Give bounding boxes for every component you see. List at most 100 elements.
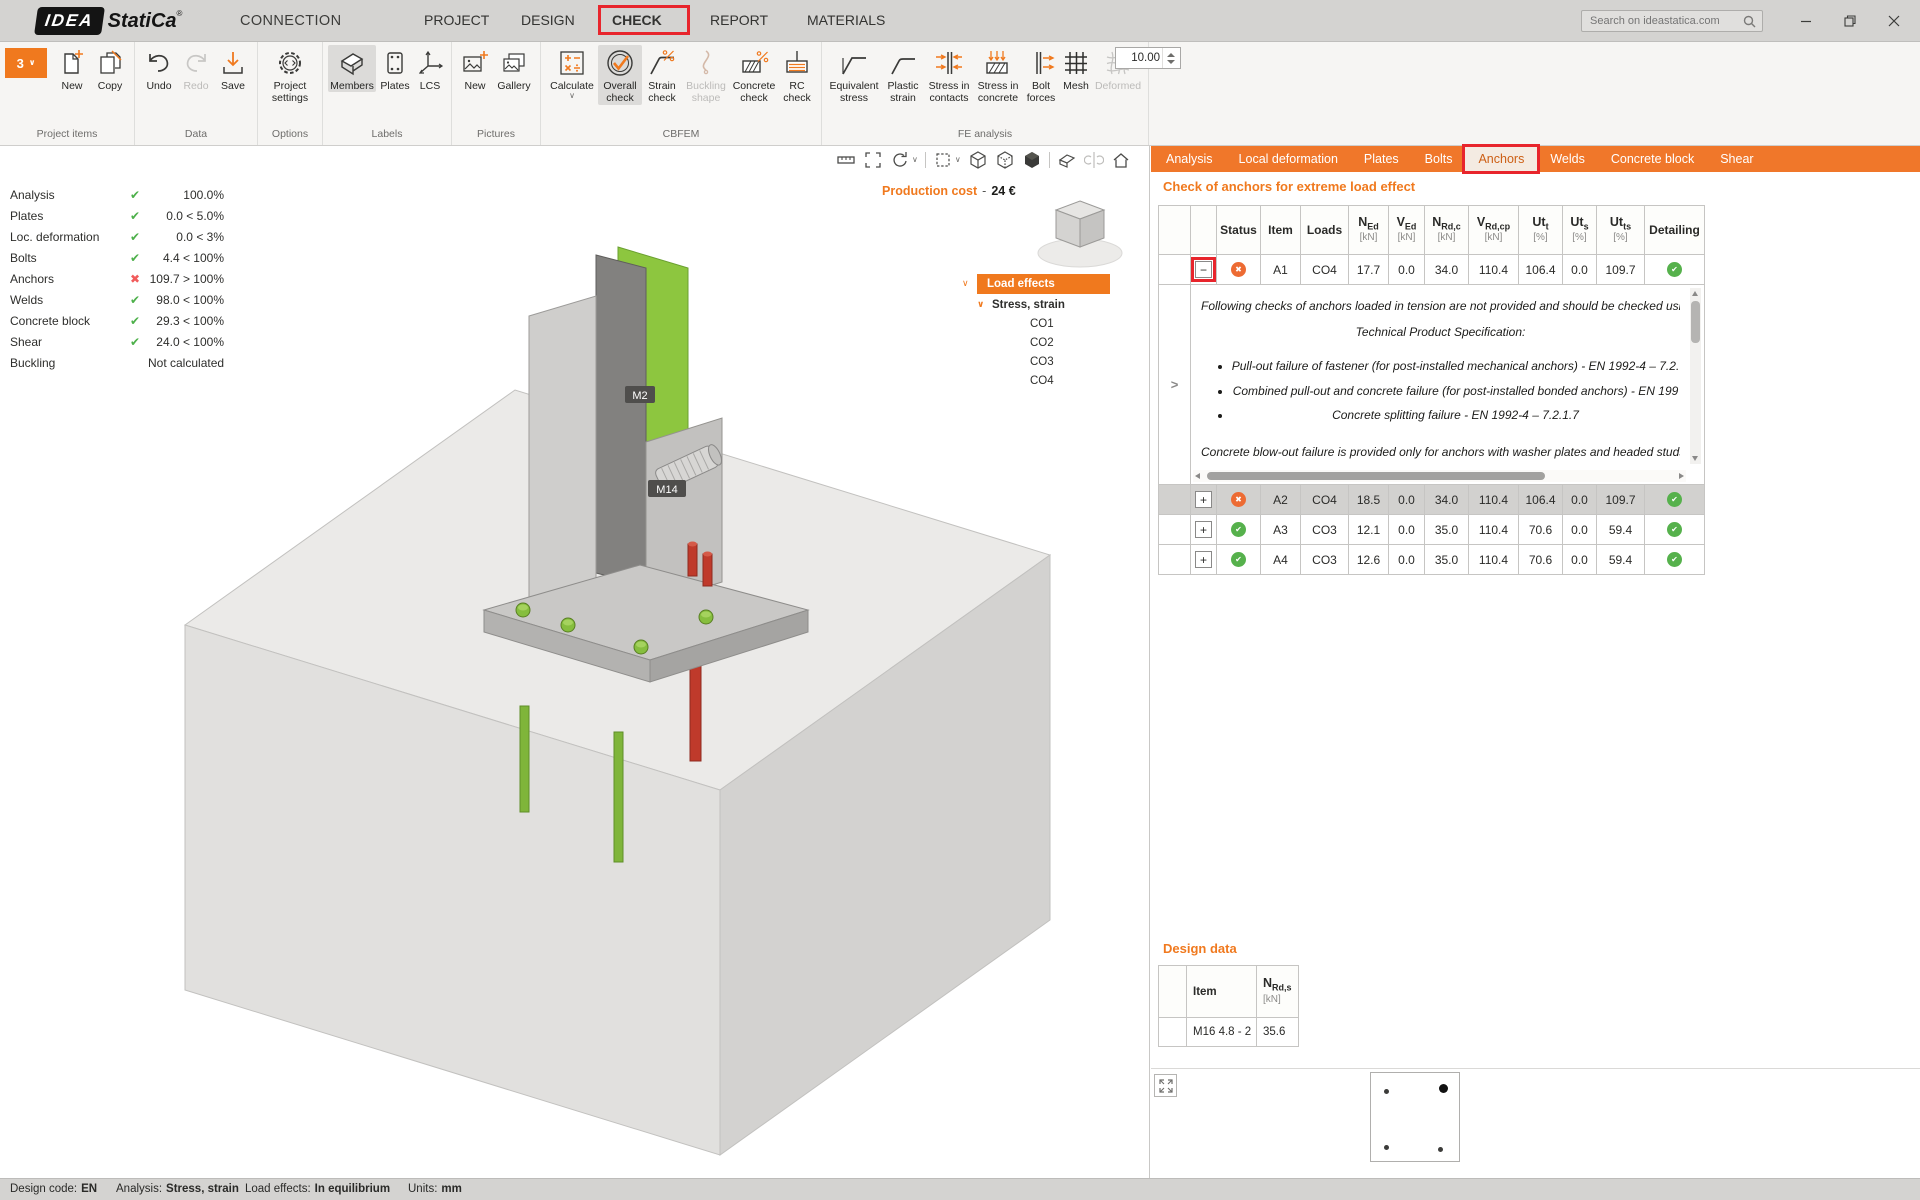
anchor-row-a2[interactable]: + ✖ A2 CO4 18.5 0.0 34.0 110.4 106.4 0.0… xyxy=(1159,485,1705,515)
restore-icon[interactable] xyxy=(1828,0,1872,42)
results-panel: Analysis Local deformation Plates Bolts … xyxy=(1151,146,1920,1178)
mesh-button[interactable]: Mesh xyxy=(1059,45,1093,92)
overall-check-button[interactable]: Overall check xyxy=(598,45,642,105)
tree-node-co4[interactable]: CO4 xyxy=(1030,375,1110,387)
status-fail-icon: ✖ xyxy=(1231,492,1246,507)
new-item-button[interactable]: New xyxy=(53,45,91,92)
search-input[interactable] xyxy=(1582,15,1743,27)
anchor-row-a4[interactable]: + ✔ A4 CO3 12.6 0.0 35.0 110.4 70.6 0.0 … xyxy=(1159,545,1705,575)
expand-row-button[interactable]: + xyxy=(1195,551,1212,568)
idea-statica-logo: IDEA StatiCa ® xyxy=(36,7,182,35)
zoom-fit-icon[interactable] xyxy=(863,150,883,170)
step-up-icon[interactable] xyxy=(1167,53,1175,57)
rc-check-button[interactable]: RC check xyxy=(778,45,816,105)
tab-bolts[interactable]: Bolts xyxy=(1412,146,1466,172)
redo-icon xyxy=(181,46,211,80)
scrollbar-thumb[interactable] xyxy=(1207,472,1545,480)
minimize-icon[interactable] xyxy=(1784,0,1828,42)
vertical-scrollbar[interactable] xyxy=(1690,288,1701,464)
plates-toggle[interactable]: Plates xyxy=(376,45,414,92)
new-picture-button[interactable]: New xyxy=(457,45,493,92)
menu-project[interactable]: PROJECT xyxy=(424,12,489,28)
copy-item-button[interactable]: Copy xyxy=(91,45,129,92)
menu-report[interactable]: REPORT xyxy=(710,12,768,28)
col-item: Item xyxy=(1261,206,1301,255)
tab-anchors[interactable]: Anchors xyxy=(1465,146,1537,172)
anchor-row-a3[interactable]: + ✔ A3 CO3 12.1 0.0 35.0 110.4 70.6 0.0 … xyxy=(1159,515,1705,545)
gallery-button[interactable]: Gallery xyxy=(493,45,535,92)
plastic-strain-button[interactable]: Plastic strain xyxy=(881,45,925,105)
viewport-3d[interactable]: M2 M14 ∨ ∨ xyxy=(0,146,1150,1178)
strain-check-button[interactable]: Strain check xyxy=(642,45,682,105)
menu-check[interactable]: CHECK xyxy=(612,12,662,28)
wireframe-view-icon[interactable] xyxy=(968,150,988,170)
tree-node-co1[interactable]: CO1 xyxy=(1030,318,1110,330)
chevron-down-icon[interactable]: ∨ xyxy=(962,279,977,289)
lcs-toggle[interactable]: LCS xyxy=(414,45,446,92)
expand-row-button[interactable]: + xyxy=(1195,491,1212,508)
scale-stepper[interactable] xyxy=(1162,48,1178,68)
section-box-icon[interactable]: ∨ xyxy=(933,150,961,170)
tab-shear[interactable]: Shear xyxy=(1707,146,1766,172)
equivalent-stress-button[interactable]: Equivalent stress xyxy=(827,45,881,105)
scroll-right-icon[interactable] xyxy=(1679,473,1684,479)
symmetry-icon[interactable] xyxy=(1084,150,1104,170)
detail-expander[interactable]: > xyxy=(1159,285,1191,485)
tab-welds[interactable]: Welds xyxy=(1537,146,1598,172)
stress-in-contacts-button[interactable]: Stress in contacts xyxy=(925,45,973,105)
chevron-down-icon[interactable]: ∨ xyxy=(977,300,992,310)
buckling-shape-button[interactable]: Buckling shape xyxy=(682,45,730,105)
undo-button[interactable]: Undo xyxy=(140,45,178,92)
tab-analysis[interactable]: Analysis xyxy=(1153,146,1226,172)
label-m14[interactable]: M14 xyxy=(648,480,686,497)
menu-materials[interactable]: MATERIALS xyxy=(807,12,885,28)
close-icon[interactable] xyxy=(1872,0,1916,42)
collapse-row-button[interactable]: − xyxy=(1195,261,1212,278)
col-detailing: Detailing xyxy=(1645,206,1705,255)
step-down-icon[interactable] xyxy=(1167,60,1175,64)
scroll-up-icon[interactable] xyxy=(1692,291,1698,296)
group-label-labels: Labels xyxy=(323,127,451,145)
expand-row-button[interactable]: + xyxy=(1195,521,1212,538)
project-settings-button[interactable]: Project settings xyxy=(263,45,317,105)
view-cube[interactable] xyxy=(1038,201,1122,267)
scroll-left-icon[interactable] xyxy=(1195,473,1200,479)
rotate-view-icon[interactable]: ∨ xyxy=(890,150,918,170)
tab-concrete-block[interactable]: Concrete block xyxy=(1598,146,1707,172)
stress-in-concrete-button[interactable]: Stress in concrete xyxy=(973,45,1023,105)
tree-node-co3[interactable]: CO3 xyxy=(1030,356,1110,368)
tree-node-load-effects[interactable]: ∨ Load effects xyxy=(962,274,1110,294)
design-data-row[interactable]: M16 4.8 - 2 35.6 xyxy=(1159,1018,1299,1047)
calculate-button[interactable]: Calculate ∨ xyxy=(546,45,598,100)
members-toggle[interactable]: Members xyxy=(328,45,376,92)
project-item-selector[interactable]: 3∨ xyxy=(5,48,47,78)
copy-icon xyxy=(95,46,125,80)
bolt-forces-button[interactable]: Bolt forces xyxy=(1023,45,1059,105)
measure-icon[interactable] xyxy=(836,150,856,170)
solid-view-icon[interactable] xyxy=(1022,150,1042,170)
horizontal-scrollbar[interactable] xyxy=(1193,470,1686,482)
hidden-line-view-icon[interactable] xyxy=(995,150,1015,170)
tree-node-stress-strain[interactable]: ∨ Stress, strain xyxy=(977,299,1110,311)
save-button[interactable]: Save xyxy=(214,45,252,92)
menu-design[interactable]: DESIGN xyxy=(521,12,575,28)
label-m2[interactable]: M2 xyxy=(625,386,655,403)
tree-node-co2[interactable]: CO2 xyxy=(1030,337,1110,349)
search-icon[interactable] xyxy=(1743,15,1756,28)
redo-button[interactable]: Redo xyxy=(178,45,214,92)
scroll-down-icon[interactable] xyxy=(1692,456,1698,461)
home-view-icon[interactable] xyxy=(1111,150,1131,170)
concrete-check-button[interactable]: Concrete check xyxy=(730,45,778,105)
tab-local-deformation[interactable]: Local deformation xyxy=(1226,146,1351,172)
anchor-layout-preview[interactable] xyxy=(1370,1072,1460,1162)
tab-plates[interactable]: Plates xyxy=(1351,146,1412,172)
deformed-scale-input[interactable] xyxy=(1116,48,1162,68)
anchor-row-a1[interactable]: − ✖ A1 CO4 17.7 0.0 34.0 110.4 106.4 0.0… xyxy=(1159,255,1705,285)
scrollbar-thumb[interactable] xyxy=(1691,301,1700,343)
product-name: CONNECTION xyxy=(240,13,341,29)
group-pictures: New Gallery Pictures xyxy=(452,42,541,145)
expand-preview-button[interactable] xyxy=(1154,1074,1177,1097)
col-spacer xyxy=(1159,966,1187,1018)
clip-view-icon[interactable] xyxy=(1057,150,1077,170)
col-utts: Utts[%] xyxy=(1597,206,1645,255)
